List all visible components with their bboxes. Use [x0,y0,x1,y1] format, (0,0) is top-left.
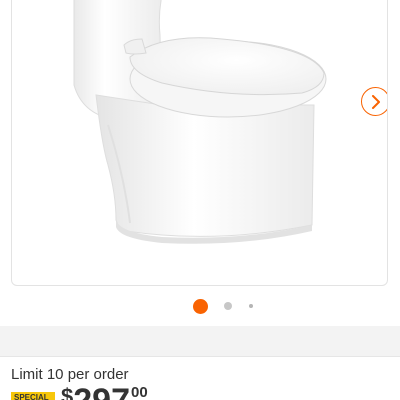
carousel-dot[interactable] [224,302,232,310]
chevron-right-icon [371,94,380,109]
price: $29700 [61,384,148,400]
price-dollars: 297 [73,382,130,400]
section-separator [0,326,400,356]
price-cents: 00 [130,384,148,400]
carousel-dot[interactable] [249,304,253,308]
product-page: Limit 10 per order SPECIAL $29700 [0,0,400,400]
order-limit-text: Limit 10 per order [11,366,129,383]
price-currency: $ [61,384,74,400]
product-image-card[interactable] [11,0,388,286]
carousel-next-button[interactable] [361,87,387,116]
divider [0,356,400,357]
carousel-dot-active[interactable] [193,299,208,314]
carousel-pagination [0,296,400,316]
product-image-toilet [73,0,327,244]
special-buy-badge: SPECIAL [11,392,55,400]
